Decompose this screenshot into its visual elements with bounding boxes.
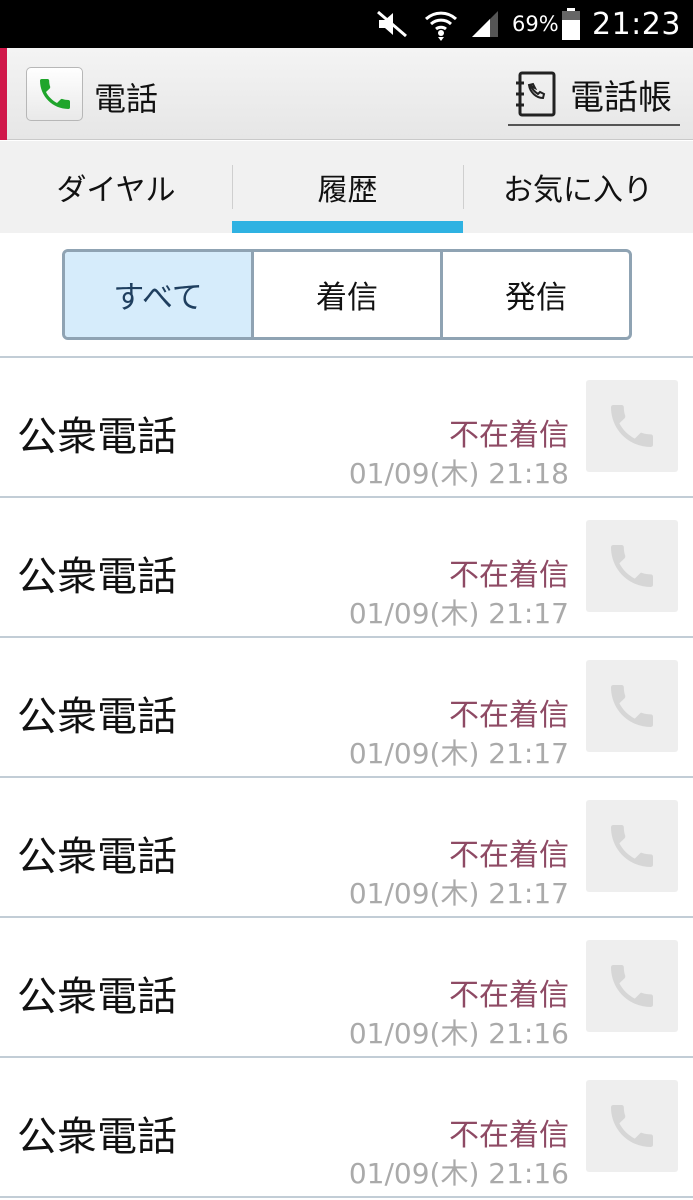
battery-percent: 69% (512, 12, 559, 36)
call-type: 不在着信 (449, 838, 569, 873)
call-type: 不在着信 (449, 1118, 569, 1153)
phonebook-button[interactable]: 電話帳 (508, 64, 680, 126)
caller-name: 公衆電話 (17, 974, 177, 1020)
app-bar: 電話 電話帳 (0, 48, 693, 140)
phone-handset-icon (611, 825, 653, 867)
app-bar-accent (0, 48, 7, 140)
filter-all[interactable]: すべて (65, 252, 254, 337)
tab-selected-indicator (232, 221, 463, 233)
tab-dial[interactable]: ダイヤル (0, 141, 232, 233)
call-button[interactable] (586, 520, 678, 612)
call-log-row[interactable]: 公衆電話 不在着信 01/09(木) 21:16 (0, 1058, 693, 1198)
call-button[interactable] (586, 1080, 678, 1172)
battery-icon (562, 0, 584, 48)
call-log-row[interactable]: 公衆電話 不在着信 01/09(木) 21:17 (0, 498, 693, 638)
call-button[interactable] (586, 380, 678, 472)
tab-bar: ダイヤル 履歴 お気に入り (0, 141, 693, 233)
phone-handset-icon (611, 965, 653, 1007)
call-log-row[interactable]: 公衆電話 不在着信 01/09(木) 21:18 (0, 358, 693, 498)
call-button[interactable] (586, 660, 678, 752)
caller-name: 公衆電話 (17, 554, 177, 600)
caller-name: 公衆電話 (17, 414, 177, 460)
call-datetime: 01/09(木) 21:16 (348, 1017, 569, 1050)
call-button[interactable] (586, 800, 678, 892)
phone-handset-icon (611, 405, 653, 447)
caller-name: 公衆電話 (17, 1114, 177, 1160)
phonebook-icon (514, 69, 564, 119)
call-log-row[interactable]: 公衆電話 不在着信 01/09(木) 21:17 (0, 778, 693, 918)
filter-incoming[interactable]: 着信 (254, 252, 443, 337)
call-datetime: 01/09(木) 21:17 (348, 737, 569, 770)
call-type: 不在着信 (449, 698, 569, 733)
signal-icon (470, 0, 504, 48)
tab-favorites[interactable]: お気に入り (463, 141, 693, 233)
phone-handset-icon (611, 685, 653, 727)
call-datetime: 01/09(木) 21:17 (348, 597, 569, 630)
wifi-icon (424, 0, 460, 48)
call-type: 不在着信 (449, 978, 569, 1013)
caller-name: 公衆電話 (17, 694, 177, 740)
phone-handset-icon (611, 1105, 653, 1147)
call-type: 不在着信 (449, 558, 569, 593)
call-log-list: 公衆電話 不在着信 01/09(木) 21:18 公衆電話 不在着信 01/09… (0, 358, 693, 1198)
tab-history[interactable]: 履歴 (232, 141, 463, 233)
call-datetime: 01/09(木) 21:18 (348, 457, 569, 490)
call-log-row[interactable]: 公衆電話 不在着信 01/09(木) 21:17 (0, 638, 693, 778)
filter-outgoing[interactable]: 発信 (443, 252, 629, 337)
call-datetime: 01/09(木) 21:17 (348, 877, 569, 910)
call-type: 不在着信 (449, 418, 569, 453)
call-filter: すべて 着信 発信 (62, 249, 632, 340)
caller-name: 公衆電話 (17, 834, 177, 880)
phonebook-label: 電話帳 (570, 77, 672, 118)
mute-icon (376, 0, 412, 48)
call-datetime: 01/09(木) 21:16 (348, 1157, 569, 1190)
phone-handset-icon[interactable] (26, 67, 83, 121)
call-log-row[interactable]: 公衆電話 不在着信 01/09(木) 21:16 (0, 918, 693, 1058)
call-button[interactable] (586, 940, 678, 1032)
phone-handset-icon (611, 545, 653, 587)
status-bar: 69% 21:23 (0, 0, 693, 48)
clock: 21:23 (592, 6, 681, 42)
app-title: 電話 (94, 80, 159, 118)
